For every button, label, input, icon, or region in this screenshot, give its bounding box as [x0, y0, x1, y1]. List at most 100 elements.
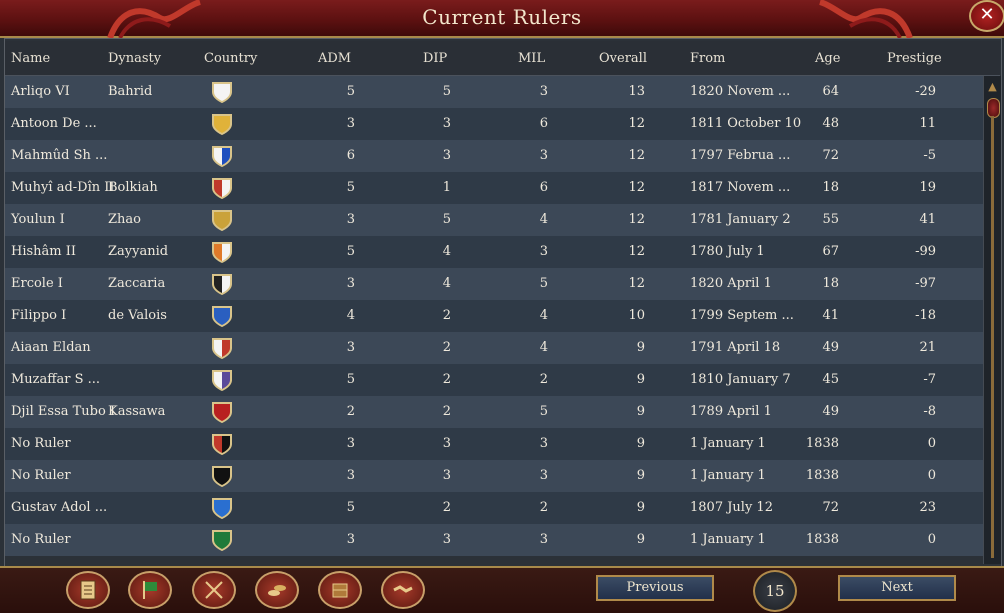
table-row[interactable]: Muzaffar S ... 5 2 2 9 1810 January 7 45 -7	[5, 364, 983, 396]
cell-age: 64	[822, 84, 839, 99]
cell-overall: 12	[628, 244, 645, 259]
country-shield-icon[interactable]	[209, 175, 235, 201]
country-shield-icon[interactable]	[209, 335, 235, 361]
country-shield-icon[interactable]	[209, 303, 235, 329]
economy-button[interactable]	[255, 571, 299, 609]
cell-adm: 3	[346, 116, 355, 131]
cell-dip: 3	[442, 436, 451, 451]
column-header-adm[interactable]: ADM	[318, 51, 351, 66]
table-row[interactable]: No Ruler 3 3 3 9 1 January 1 1838 0	[5, 460, 983, 492]
cell-mil: 3	[539, 468, 548, 483]
cell-name: Youlun I	[11, 212, 65, 227]
cell-adm: 4	[346, 308, 355, 323]
cell-adm: 5	[346, 244, 355, 259]
cell-age: 49	[822, 340, 839, 355]
cell-mil: 5	[539, 404, 548, 419]
country-shield-icon[interactable]	[209, 79, 235, 105]
country-shield-icon[interactable]	[209, 495, 235, 521]
table-row[interactable]: Djil Essa Tubo I Kassawa 2 2 5 9 1789 April 1 4…	[5, 396, 983, 428]
table-row[interactable]: Youlun I Zhao 3 5 4 12 1781 January 2 55 41	[5, 204, 983, 236]
cell-prestige: -18	[915, 308, 936, 323]
cell-overall: 9	[636, 404, 645, 419]
bottom-toolbar: Previous 15 Next	[0, 566, 1004, 613]
military-button[interactable]	[192, 571, 236, 609]
country-shield-icon[interactable]	[209, 431, 235, 457]
country-shield-icon[interactable]	[209, 367, 235, 393]
country-shield-icon[interactable]	[209, 143, 235, 169]
cell-name: Aiaan Eldan	[11, 340, 91, 355]
scroll-thumb[interactable]	[987, 98, 1000, 118]
diplomacy-button[interactable]	[381, 571, 425, 609]
table-row[interactable]: No Ruler 3 3 3 9 1 January 1 1838 0	[5, 524, 983, 556]
scroll-track[interactable]	[991, 116, 994, 558]
table-row[interactable]: Hishâm II Zayyanid 5 4 3 12 1780 July 1 67 -99	[5, 236, 983, 268]
cell-name: Ercole I	[11, 276, 63, 291]
table-row[interactable]: Muhyî ad-Dîn II Bolkiah 5 1 6 12 1817 Novem ..…	[5, 172, 983, 204]
table-row[interactable]: Gustav Adol ... 5 2 2 9 1807 July 12 72 23	[5, 492, 983, 524]
cell-name: Mahmûd Sh ...	[11, 148, 108, 163]
cell-name: Arliqo VI	[11, 84, 70, 99]
cell-name: Muhyî ad-Dîn II	[11, 180, 115, 195]
trade-button[interactable]	[318, 571, 362, 609]
cell-overall: 12	[628, 148, 645, 163]
next-page-button[interactable]: Next	[838, 575, 956, 601]
cell-dip: 5	[442, 212, 451, 227]
cell-dip: 1	[442, 180, 451, 195]
table-row[interactable]: Aiaan Eldan 3 2 4 9 1791 April 18 49 21	[5, 332, 983, 364]
column-header-prestige[interactable]: Prestige	[887, 51, 942, 66]
cell-adm: 3	[346, 468, 355, 483]
cell-name: Antoon De ...	[11, 116, 97, 131]
column-header-age[interactable]: Age	[815, 51, 840, 66]
cell-dip: 2	[442, 308, 451, 323]
country-shield-icon[interactable]	[209, 271, 235, 297]
cell-mil: 4	[539, 212, 548, 227]
country-shield-icon[interactable]	[209, 527, 235, 553]
rulers-table: Arliqo VI Bahrid 5 5 3 13 1820 Novem ... 64 -29 A…	[5, 76, 983, 556]
cell-mil: 4	[539, 308, 548, 323]
cell-overall: 9	[636, 340, 645, 355]
close-button[interactable]: ✕	[969, 0, 1004, 32]
country-shield-icon[interactable]	[209, 207, 235, 233]
cell-adm: 3	[346, 212, 355, 227]
cell-age: 41	[822, 308, 839, 323]
column-header-dynasty[interactable]: Dynasty	[108, 51, 161, 66]
cell-from: 1820 Novem ...	[690, 84, 791, 99]
title-bar: Current Rulers ✕	[0, 0, 1004, 40]
cell-dip: 3	[442, 148, 451, 163]
cell-from: 1789 April 1	[690, 404, 772, 419]
column-header-dip[interactable]: DIP	[423, 51, 447, 66]
vertical-scrollbar[interactable]: ▲	[983, 76, 1001, 564]
country-shield-icon[interactable]	[209, 111, 235, 137]
column-header-country[interactable]: Country	[204, 51, 257, 66]
table-row[interactable]: Mahmûd Sh ... 6 3 3 12 1797 Februa ... 72 -5	[5, 140, 983, 172]
country-shield-icon[interactable]	[209, 463, 235, 489]
cell-name: No Ruler	[11, 468, 71, 483]
cell-dip: 3	[442, 468, 451, 483]
table-row[interactable]: Arliqo VI Bahrid 5 5 3 13 1820 Novem ... 64 -29	[5, 76, 983, 108]
column-header-mil[interactable]: MIL	[518, 51, 545, 66]
cell-age: 67	[822, 244, 839, 259]
cell-mil: 3	[539, 436, 548, 451]
flag-button[interactable]	[128, 571, 172, 609]
column-header-overall[interactable]: Overall	[599, 51, 647, 66]
cell-from: 1810 January 7	[690, 372, 791, 387]
column-header-name[interactable]: Name	[11, 51, 50, 66]
table-row[interactable]: No Ruler 3 3 3 9 1 January 1 1838 0	[5, 428, 983, 460]
table-row[interactable]: Antoon De ... 3 3 6 12 1811 October 10 48 11	[5, 108, 983, 140]
table-row[interactable]: Filippo I de Valois 4 2 4 10 1799 Septem ... 41…	[5, 300, 983, 332]
cell-adm: 5	[346, 372, 355, 387]
handshake-icon	[393, 585, 413, 593]
ledger-button[interactable]	[66, 571, 110, 609]
country-shield-icon[interactable]	[209, 239, 235, 265]
previous-page-button[interactable]: Previous	[596, 575, 714, 601]
scroll-up-arrow-icon[interactable]: ▲	[986, 80, 999, 93]
country-shield-icon[interactable]	[209, 399, 235, 425]
cell-overall: 9	[636, 436, 645, 451]
cell-overall: 12	[628, 212, 645, 227]
cell-overall: 9	[636, 468, 645, 483]
cell-adm: 5	[346, 500, 355, 515]
cell-mil: 3	[539, 244, 548, 259]
column-header-from[interactable]: From	[690, 51, 725, 66]
cell-dynasty: Zhao	[108, 212, 141, 227]
table-row[interactable]: Ercole I Zaccaria 3 4 5 12 1820 April 1 18 -97	[5, 268, 983, 300]
